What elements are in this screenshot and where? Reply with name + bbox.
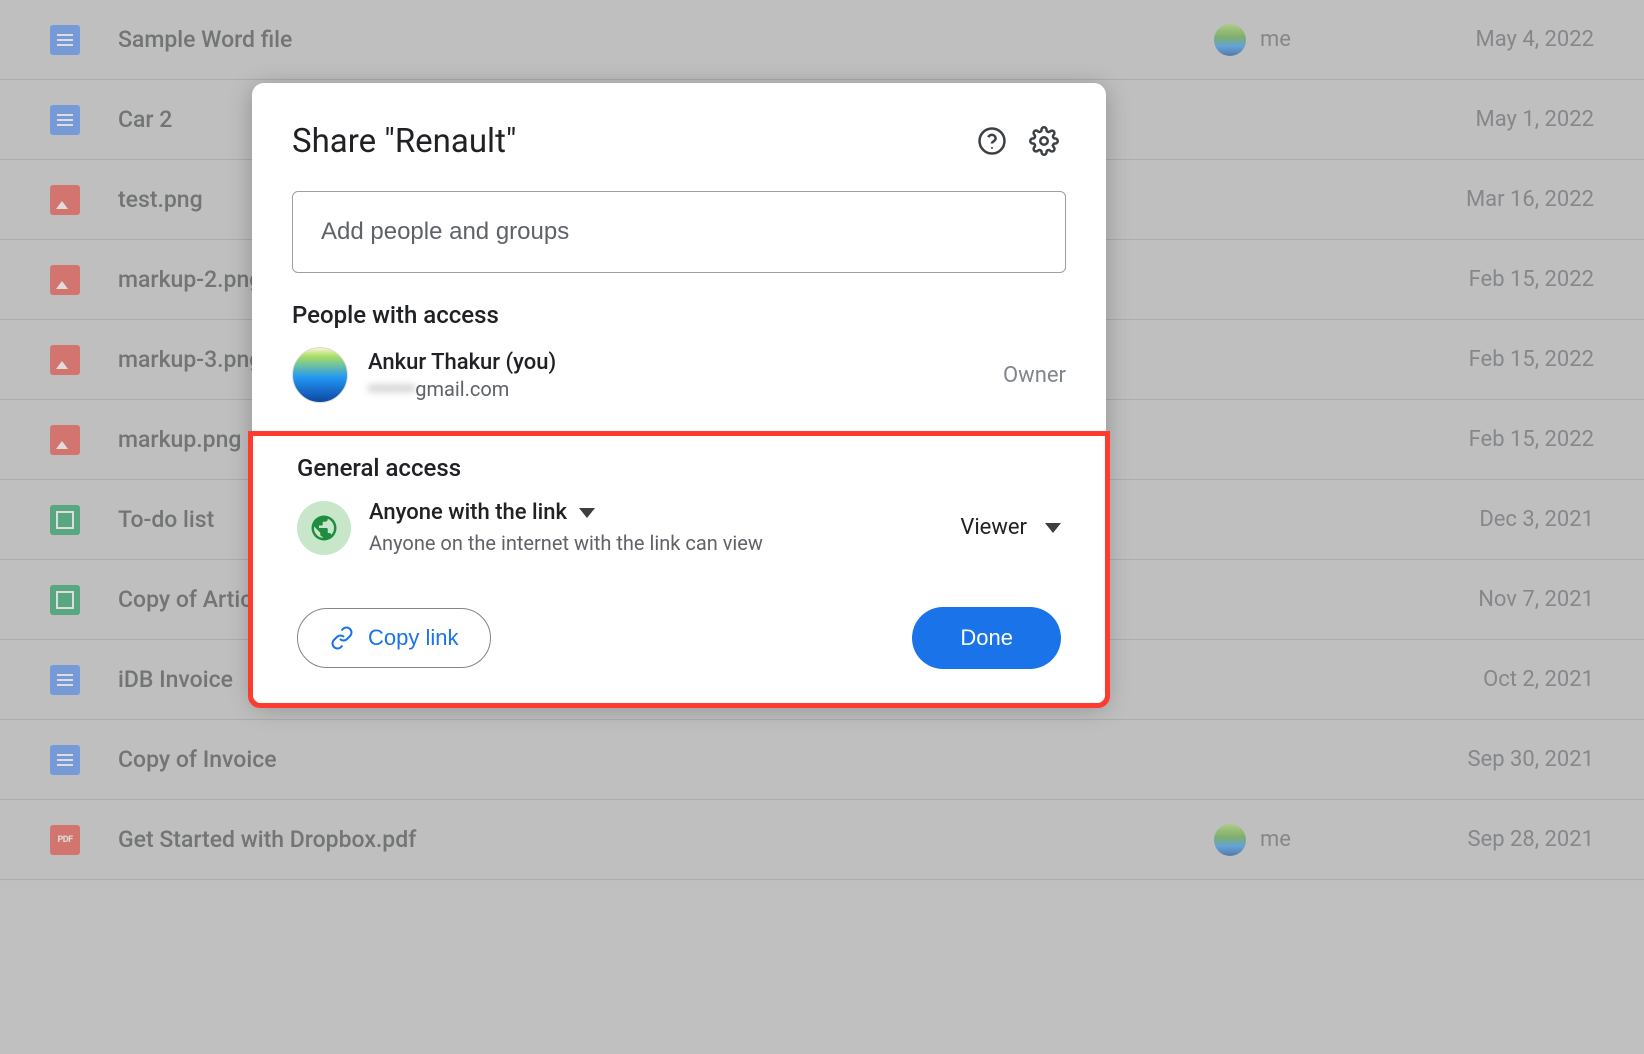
owner-email: •••••••gmail.com xyxy=(368,377,1003,401)
general-access-heading: General access xyxy=(297,454,1061,482)
owner-avatar xyxy=(292,347,348,403)
owner-info: Ankur Thakur (you) •••••••gmail.com xyxy=(368,350,1003,401)
dialog-header: Share "Renault" xyxy=(292,119,1066,163)
help-icon xyxy=(977,126,1007,156)
highlighted-general-access: General access Anyone with the link Anyo… xyxy=(248,431,1110,708)
help-button[interactable] xyxy=(970,119,1014,163)
done-button[interactable]: Done xyxy=(912,607,1061,669)
link-icon xyxy=(330,626,354,650)
access-description: Anyone on the internet with the link can… xyxy=(369,531,960,555)
chevron-down-icon xyxy=(1045,523,1061,533)
role-label: Viewer xyxy=(960,515,1027,540)
copy-link-button[interactable]: Copy link xyxy=(297,608,491,668)
dialog-footer: Copy link Done xyxy=(297,607,1061,669)
owner-row: Ankur Thakur (you) •••••••gmail.com Owne… xyxy=(292,347,1066,403)
role-dropdown[interactable]: Viewer xyxy=(960,515,1061,540)
people-with-access-heading: People with access xyxy=(292,301,1066,329)
settings-button[interactable] xyxy=(1022,119,1066,163)
add-people-input[interactable] xyxy=(292,191,1066,273)
general-access-row: Anyone with the link Anyone on the inter… xyxy=(297,500,1061,555)
access-type-dropdown[interactable]: Anyone with the link xyxy=(369,500,595,525)
copy-link-label: Copy link xyxy=(368,625,458,651)
dialog-title: Share "Renault" xyxy=(292,122,962,161)
gear-icon xyxy=(1029,126,1059,156)
owner-role: Owner xyxy=(1003,363,1066,388)
owner-name: Ankur Thakur (you) xyxy=(368,350,1003,375)
chevron-down-icon xyxy=(579,508,595,518)
access-info: Anyone with the link Anyone on the inter… xyxy=(369,500,960,555)
share-dialog: Share "Renault" People with access Ankur… xyxy=(252,83,1106,704)
access-type-label: Anyone with the link xyxy=(369,500,567,525)
globe-icon xyxy=(297,501,351,555)
